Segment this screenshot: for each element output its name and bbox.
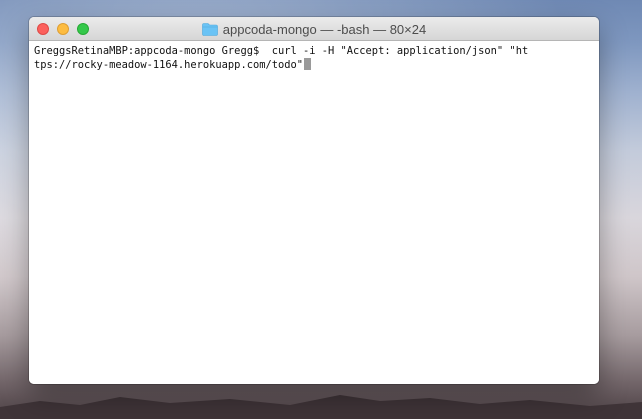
folder-icon (201, 22, 218, 36)
terminal-body[interactable]: GreggsRetinaMBP:appcoda-mongo Gregg$ cur… (29, 41, 599, 384)
window-title: appcoda-mongo — -bash — 80×24 (222, 21, 427, 37)
window-title-group: appcoda-mongo — -bash — 80×24 (29, 17, 599, 41)
mountain-silhouette (0, 395, 642, 419)
terminal-window: appcoda-mongo — -bash — 80×24 GreggsReti… (29, 17, 599, 384)
terminal-line-2-text: tps://rocky-meadow-1164.herokuapp.com/to… (34, 59, 303, 71)
terminal-line-2: tps://rocky-meadow-1164.herokuapp.com/to… (34, 58, 594, 72)
block-cursor (304, 58, 311, 70)
title-bar[interactable]: appcoda-mongo — -bash — 80×24 (29, 17, 599, 41)
terminal-line-1: GreggsRetinaMBP:appcoda-mongo Gregg$ cur… (34, 45, 529, 57)
